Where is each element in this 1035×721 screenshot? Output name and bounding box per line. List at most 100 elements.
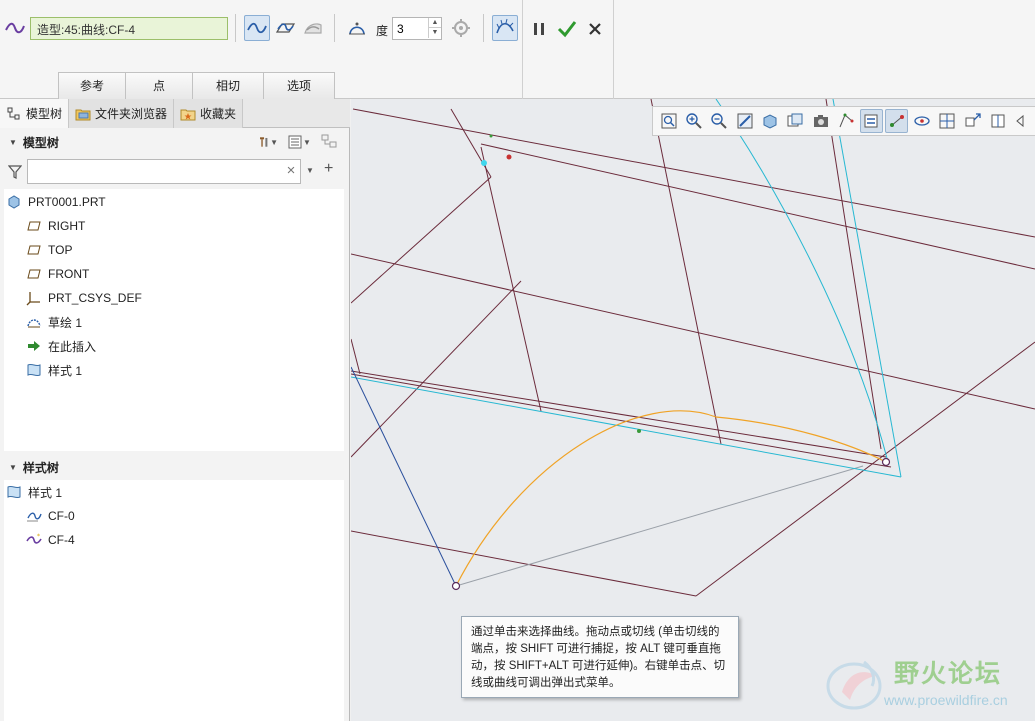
tree-item-insert-here[interactable]: 在此插入 — [26, 335, 96, 357]
saved-orientations-button[interactable] — [784, 109, 807, 133]
tree-item-top[interactable]: TOP — [26, 239, 72, 261]
csys-display-icon — [965, 113, 981, 127]
tree-item-label: PRT0001.PRT — [28, 195, 106, 209]
tree-item-front[interactable]: FRONT — [26, 263, 89, 285]
radius-curve-button[interactable] — [344, 15, 370, 41]
forum-watermark-title: 野火论坛 — [894, 659, 1003, 688]
spin-center-button[interactable] — [910, 109, 933, 133]
tree-settings-button[interactable]: ▼ — [258, 133, 278, 151]
degree-up-arrow-icon[interactable]: ▲ — [428, 18, 441, 28]
refit-button[interactable] — [657, 109, 680, 133]
pause-button[interactable] — [528, 18, 550, 40]
tree-item-label: TOP — [48, 243, 73, 257]
point-display-button[interactable] — [884, 109, 909, 133]
sketch-icon — [27, 319, 41, 328]
hammer-wrench-icon — [260, 137, 268, 147]
tab-points[interactable]: 点 — [125, 72, 193, 99]
tree-item-style[interactable]: 样式 1 — [26, 359, 82, 381]
collapse-caret-icon[interactable]: ▼ — [9, 463, 17, 472]
free-curve-icon — [27, 512, 42, 522]
tab-favorites[interactable]: 收藏夹 — [174, 99, 244, 128]
refit-icon — [661, 113, 677, 129]
tree-search-input[interactable] — [27, 159, 301, 184]
curve-on-surface-icon — [304, 23, 322, 34]
tree-item-label: 草绘 1 — [48, 315, 83, 330]
cf-4-curve[interactable] — [455, 410, 887, 587]
tab-options[interactable]: 选项 — [263, 72, 335, 99]
cancel-button[interactable] — [584, 18, 606, 40]
degree-down-arrow-icon[interactable]: ▼ — [428, 28, 441, 38]
display-style-button[interactable] — [758, 109, 781, 133]
green-point[interactable] — [489, 134, 493, 138]
tree-item-csys[interactable]: PRT_CSYS_DEF — [26, 287, 142, 309]
datum-plane-edges — [351, 99, 1035, 597]
curve-endpoint-end[interactable] — [881, 457, 891, 467]
curve-name-field[interactable]: 造型:45:曲线:CF-4 — [30, 17, 228, 40]
more-view-button[interactable] — [1012, 109, 1035, 133]
curve-endpoint-start[interactable] — [451, 581, 461, 591]
model-tree-tools: ▼ ▼ — [258, 133, 340, 151]
cf-0-curve[interactable] — [351, 99, 902, 478]
zoom-out-icon — [711, 113, 728, 129]
tab-tangent[interactable]: 相切 — [192, 72, 264, 99]
filter-icon[interactable] — [8, 164, 22, 180]
style-tree-item-cf4[interactable]: * CF-4 — [26, 529, 75, 551]
datum-filter-icon — [864, 114, 878, 128]
annotation-display-button[interactable] — [936, 109, 959, 133]
collapse-caret-icon[interactable]: ▼ — [9, 138, 17, 147]
search-options-chevron-icon[interactable]: ▼ — [306, 166, 314, 175]
curve-analysis-button[interactable] — [448, 15, 474, 41]
list-view-icon — [288, 135, 302, 149]
repaint-icon — [737, 113, 753, 129]
tab-folder-browser[interactable]: 文件夹浏览器 — [69, 99, 175, 128]
view-manager-button[interactable] — [809, 109, 832, 133]
cyan-point[interactable] — [481, 160, 487, 166]
tab-references[interactable]: 参考 — [58, 72, 126, 99]
datum-display-button[interactable] — [859, 109, 883, 133]
ok-button[interactable] — [556, 18, 578, 40]
tree-item-sketch[interactable]: 草绘 1 — [26, 311, 82, 333]
toolbar-separator — [483, 14, 484, 42]
add-filter-icon[interactable]: + — [324, 160, 333, 178]
point-display-icon — [889, 115, 904, 127]
style-tree-item-cf0[interactable]: CF-0 — [26, 505, 75, 527]
degree-label: 度 — [376, 24, 389, 38]
style-tree-item-style[interactable]: 样式 1 — [6, 481, 62, 503]
style-tree-list: 样式 1 CF-0 * CF-4 — [4, 480, 344, 721]
tree-filter-row: × ▼ + — [0, 158, 346, 186]
tree-item-label: 样式 1 — [48, 363, 83, 378]
tab-model-tree[interactable]: 模型树 — [0, 99, 70, 128]
chevron-down-icon: ▼ — [270, 137, 278, 147]
tree-item-label: 在此插入 — [48, 339, 97, 354]
forum-logo-icon — [826, 660, 882, 710]
zoom-in-button[interactable] — [682, 109, 705, 133]
shaded-cube-icon — [763, 114, 777, 129]
perspective-button[interactable] — [834, 109, 857, 133]
tree-columns-button[interactable] — [320, 133, 340, 151]
tree-columns-icon — [321, 134, 337, 148]
tree-item-part[interactable]: PRT0001.PRT — [6, 191, 106, 213]
curvature-comb-icon — [496, 18, 514, 34]
free-curve-type-button[interactable] — [244, 15, 270, 41]
plane-display-icon — [991, 114, 1005, 128]
clear-search-icon[interactable]: × — [284, 163, 298, 179]
curvature-comb-button[interactable] — [492, 15, 518, 41]
coordinate-display-button[interactable] — [961, 109, 984, 133]
cos-curve-type-button[interactable] — [300, 15, 326, 41]
planar-curve-type-button[interactable] — [272, 15, 298, 41]
grey-construction-line — [455, 465, 864, 587]
curve-interior-point[interactable] — [637, 429, 641, 433]
axis-display-icon — [1016, 114, 1024, 128]
plane-display-button[interactable] — [986, 109, 1009, 133]
tab-folder-browser-label: 文件夹浏览器 — [95, 107, 168, 121]
zoom-out-button[interactable] — [708, 109, 731, 133]
degree-input[interactable] — [393, 18, 429, 39]
degree-stepper[interactable]: ▲ ▼ — [392, 17, 442, 40]
red-point[interactable] — [506, 154, 512, 160]
model-tree-icon — [7, 107, 20, 119]
checkmark-icon — [557, 21, 577, 38]
repaint-button[interactable] — [733, 109, 756, 133]
tree-item-right[interactable]: RIGHT — [26, 215, 85, 237]
tree-item-label: 样式 1 — [28, 485, 63, 500]
tree-show-button[interactable]: ▼ — [284, 133, 314, 151]
